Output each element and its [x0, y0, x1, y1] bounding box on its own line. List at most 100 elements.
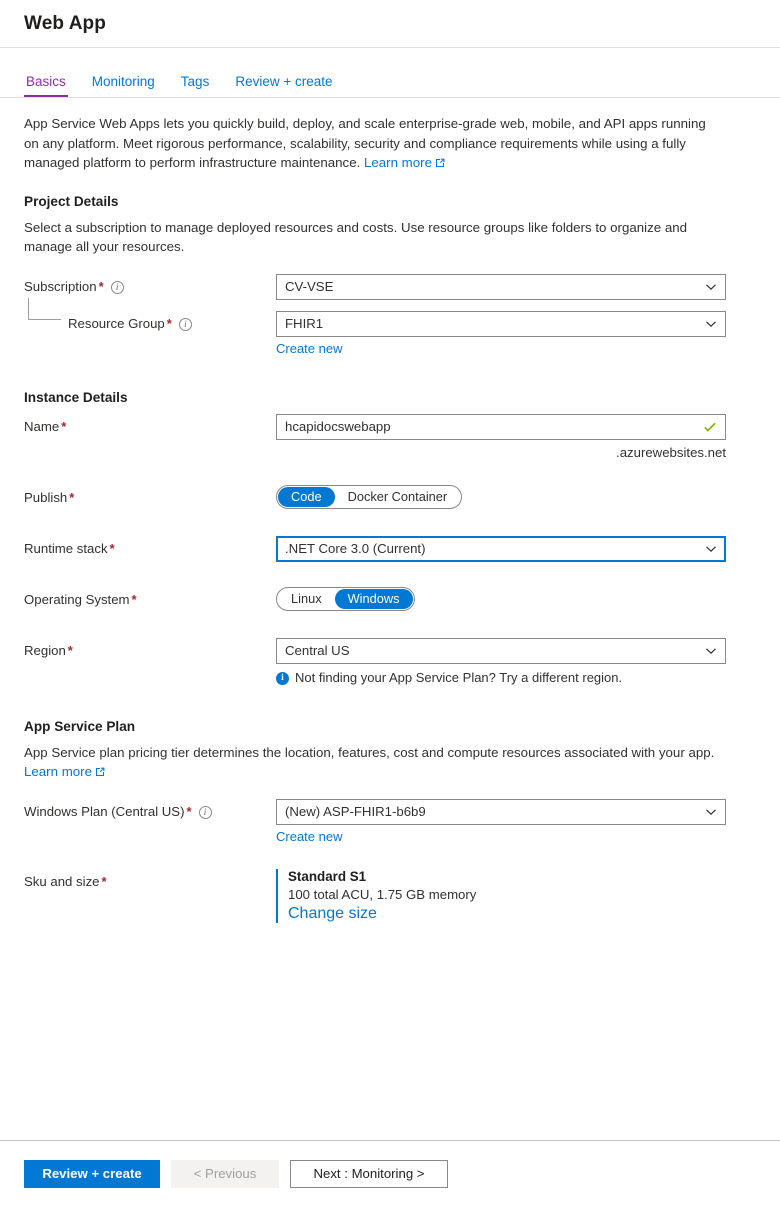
subscription-label-col: Subscription * i: [24, 274, 276, 295]
section-desc-app-service-plan: App Service plan pricing tier determines…: [24, 743, 724, 781]
os-option-windows[interactable]: Windows: [334, 588, 413, 609]
name-domain-suffix: .azurewebsites.net: [616, 444, 726, 460]
field-row-runtime-stack: Runtime stack * .NET Core 3.0 (Current): [24, 535, 756, 562]
name-label: Name: [24, 418, 60, 434]
publish-label: Publish: [24, 489, 68, 505]
subscription-value: CV-VSE: [285, 279, 334, 294]
review-create-button[interactable]: Review + create: [24, 1159, 160, 1188]
external-link-icon: [435, 158, 445, 168]
name-input[interactable]: hcapidocswebapp: [276, 413, 726, 440]
sku-summary-card: Standard S1 100 total ACU, 1.75 GB memor…: [276, 868, 726, 923]
tree-connector-line: [28, 297, 61, 320]
info-icon[interactable]: i: [198, 805, 212, 819]
name-value: hcapidocswebapp: [285, 419, 391, 434]
resource-group-label-col: Resource Group * i: [24, 297, 276, 332]
next-monitoring-button[interactable]: Next : Monitoring >: [290, 1159, 448, 1188]
name-label-col: Name *: [24, 414, 276, 435]
resource-group-value: FHIR1: [285, 316, 324, 331]
field-row-sku-and-size: Sku and size * Standard S1 100 total ACU,…: [24, 868, 756, 923]
resource-group-select[interactable]: FHIR1: [276, 310, 726, 337]
required-asterisk: *: [131, 591, 137, 607]
section-title-app-service-plan: App Service Plan: [24, 718, 136, 734]
wizard-tabs: Basics Monitoring Tags Review + create: [0, 48, 780, 98]
previous-button: < Previous: [171, 1159, 279, 1188]
windows-plan-value: (New) ASP-FHIR1-b6b9: [285, 804, 426, 819]
tab-basics[interactable]: Basics: [24, 74, 68, 97]
required-asterisk: *: [186, 803, 192, 819]
region-label: Region: [24, 642, 66, 658]
page-title: Web App: [24, 12, 106, 34]
intro-learn-more-label: Learn more: [363, 155, 432, 170]
windows-plan-create-new-link[interactable]: Create new: [276, 829, 726, 844]
change-size-link[interactable]: Change size: [288, 905, 377, 922]
required-asterisk: *: [61, 418, 67, 434]
sku-and-size-label-col: Sku and size *: [24, 869, 276, 890]
runtime-stack-label-col: Runtime stack *: [24, 536, 276, 557]
section-desc-project-details: Select a subscription to manage deployed…: [24, 219, 688, 254]
operating-system-control-col: Linux Windows: [276, 586, 726, 611]
external-link-icon: [95, 767, 105, 777]
publish-toggle-group: Code Docker Container: [276, 484, 463, 509]
region-info-message: i Not finding your App Service Plan? Try…: [276, 670, 736, 685]
runtime-stack-select[interactable]: .NET Core 3.0 (Current): [276, 535, 726, 562]
region-info-text: Not finding your App Service Plan? Try a…: [295, 669, 623, 685]
region-control-col: Central US i Not finding your App Servic…: [276, 637, 726, 685]
chevron-down-icon: [705, 806, 717, 818]
app-service-plan-learn-more-label: Learn more: [24, 763, 92, 779]
sku-and-size-label: Sku and size: [24, 873, 100, 889]
info-icon[interactable]: i: [110, 280, 124, 294]
region-label-col: Region *: [24, 638, 276, 659]
required-asterisk: *: [67, 642, 73, 658]
windows-plan-label-col: Windows Plan (Central US) * i: [24, 799, 276, 820]
blade-header: Web App: [0, 0, 780, 48]
intro-description: App Service Web Apps lets you quickly bu…: [24, 114, 714, 173]
windows-plan-label: Windows Plan (Central US): [24, 803, 185, 819]
resource-group-create-new-link[interactable]: Create new: [276, 341, 726, 356]
blade-content: App Service Web Apps lets you quickly bu…: [0, 98, 780, 923]
info-icon[interactable]: i: [178, 317, 192, 331]
runtime-stack-control-col: .NET Core 3.0 (Current): [276, 535, 726, 562]
operating-system-label: Operating System: [24, 591, 130, 607]
publish-option-docker-container[interactable]: Docker Container: [335, 487, 461, 507]
tab-review-create[interactable]: Review + create: [233, 74, 334, 97]
subscription-select[interactable]: CV-VSE: [276, 273, 726, 300]
tab-monitoring[interactable]: Monitoring: [90, 74, 157, 97]
web-app-create-blade: Web App Basics Monitoring Tags Review + …: [0, 0, 780, 1206]
name-control-col: hcapidocswebapp .azurewebsites.net: [276, 413, 726, 460]
sku-description: 100 total ACU, 1.75 GB memory: [288, 886, 477, 902]
windows-plan-select[interactable]: (New) ASP-FHIR1-b6b9: [276, 798, 726, 825]
app-service-plan-desc-text: App Service plan pricing tier determines…: [24, 744, 715, 760]
resource-group-control-col: FHIR1 Create new: [276, 310, 726, 356]
runtime-stack-label: Runtime stack: [24, 540, 108, 556]
intro-learn-more-link[interactable]: Learn more: [364, 155, 445, 170]
region-value: Central US: [285, 643, 350, 658]
publish-option-code[interactable]: Code: [278, 486, 335, 507]
chevron-down-icon: [705, 543, 717, 555]
section-title-project-details: Project Details: [24, 193, 119, 209]
chevron-down-icon: [705, 281, 717, 293]
publish-control-col: Code Docker Container: [276, 484, 726, 509]
field-row-operating-system: Operating System * Linux Windows: [24, 586, 756, 613]
tab-tags[interactable]: Tags: [179, 74, 212, 97]
publish-label-col: Publish *: [24, 485, 276, 506]
os-option-linux[interactable]: Linux: [278, 589, 335, 609]
field-row-region: Region * Central US i Not finding your Ap…: [24, 637, 756, 685]
windows-plan-control-col: (New) ASP-FHIR1-b6b9 Create new: [276, 798, 726, 844]
region-select[interactable]: Central US: [276, 637, 726, 664]
required-asterisk: *: [69, 489, 75, 505]
subscription-control-col: CV-VSE: [276, 273, 726, 300]
field-row-name: Name * hcapidocswebapp .azurewebsites.net: [24, 413, 756, 460]
app-service-plan-learn-more-link[interactable]: Learn more: [24, 764, 105, 779]
operating-system-toggle-group: Linux Windows: [276, 586, 415, 611]
chevron-down-icon: [705, 318, 717, 330]
required-asterisk: *: [101, 873, 107, 889]
resource-group-label: Resource Group: [68, 315, 165, 331]
required-asterisk: *: [109, 540, 115, 556]
check-icon: [703, 420, 717, 434]
